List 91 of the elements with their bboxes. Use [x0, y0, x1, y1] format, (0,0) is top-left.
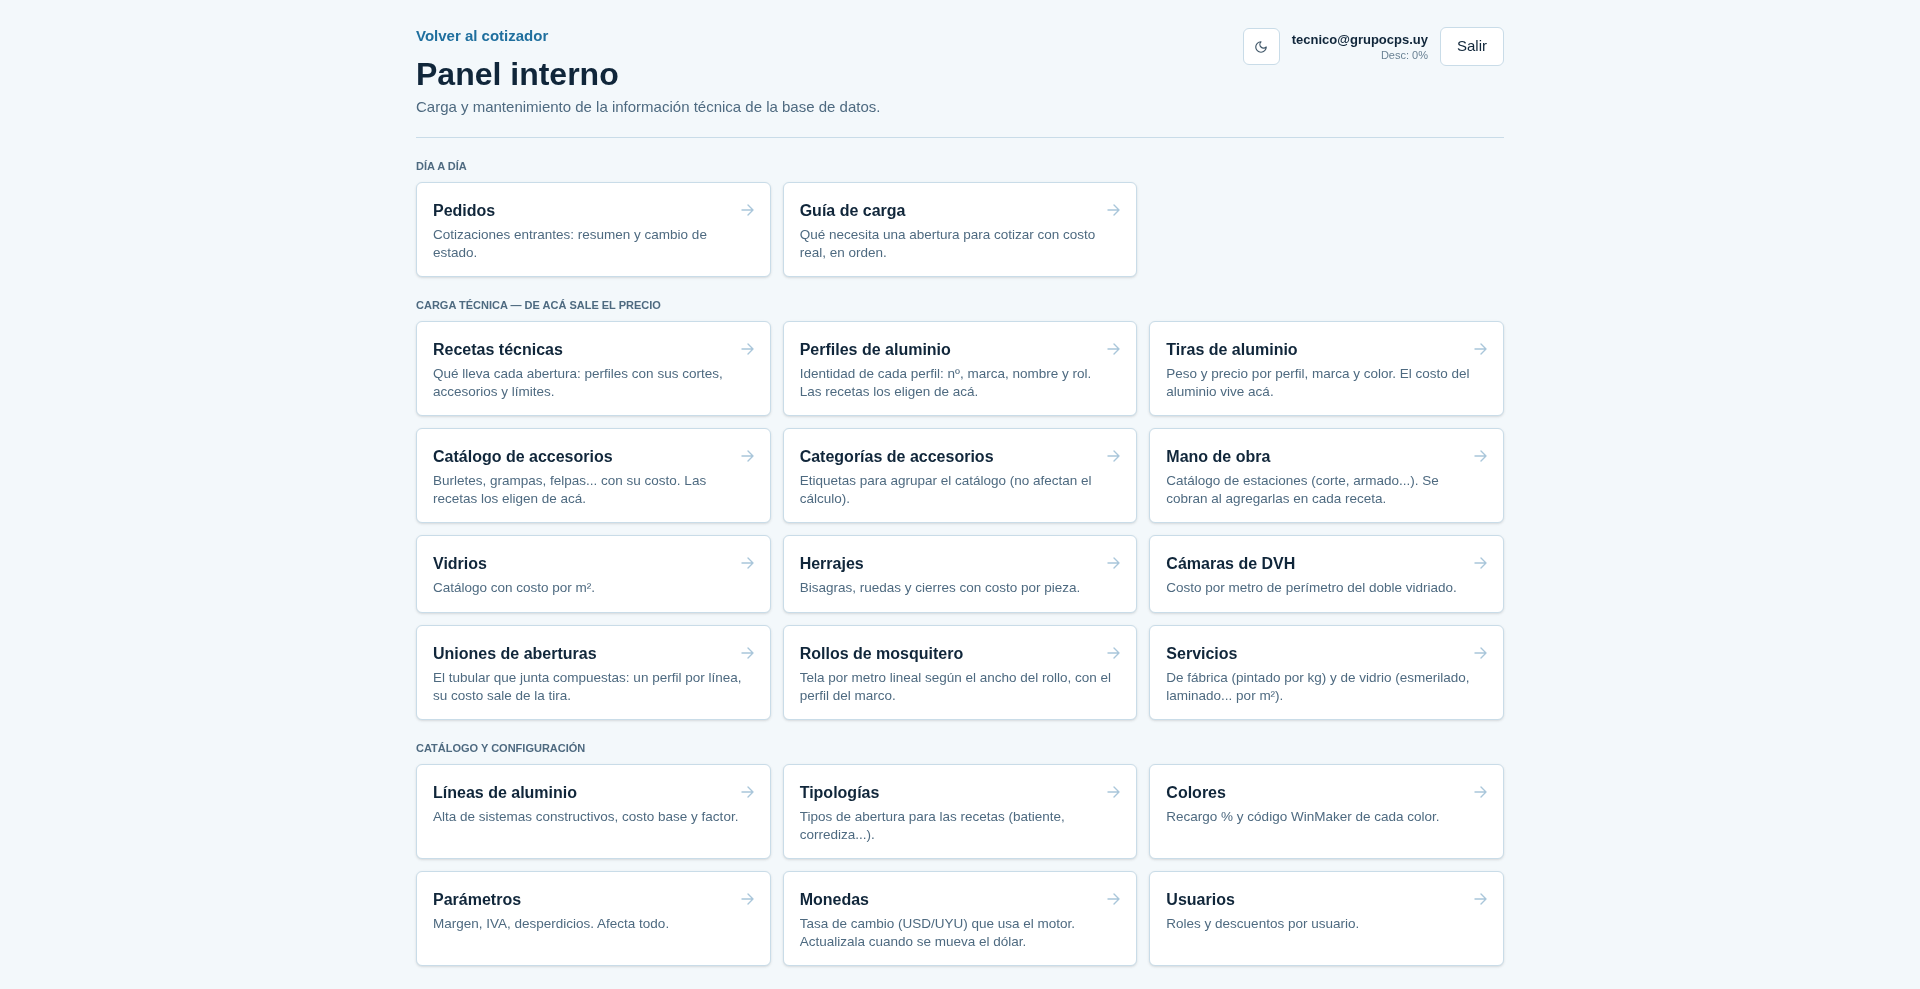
card-description: El tubular que junta compuestas: un perfil por línea, su costo sale de la tira.: [433, 669, 743, 705]
arrow-right-icon: [1474, 647, 1487, 659]
card-title: Tiras de aluminio: [1166, 340, 1298, 360]
card-description: Costo por metro de perímetro del doble vidriado.: [1166, 579, 1458, 597]
user-discount: Desc: 0%: [1380, 47, 1428, 62]
arrow-right-icon: [1474, 786, 1487, 798]
card-description: Etiquetas para agrupar el catálogo (no afectan el cálculo).: [799, 472, 1093, 508]
panel-card[interactable]: Pedidos Cotizaciones entrantes: resumen y cambio de estado.: [416, 182, 771, 277]
panel-card[interactable]: Usuarios Roles y descuentos por usuario.: [1149, 871, 1504, 966]
arrow-right-icon: [740, 557, 754, 569]
panel-card[interactable]: Colores Recargo % y código WinMaker de cada color.: [1149, 764, 1504, 859]
section-heading: CATÁLOGO Y CONFIGURACIÓN: [416, 741, 587, 755]
panel-card[interactable]: Herrajes Bisagras, ruedas y cierres con costo por pieza.: [782, 535, 1138, 613]
card-description: Roles y descuentos por usuario.: [1166, 915, 1361, 933]
card-description: Peso y precio por perfil, marca y color. El costo del aluminio vive acá.: [1166, 365, 1471, 401]
section-heading: CARGA TÉCNICA — DE ACÁ SALE EL PRECIO: [416, 298, 662, 312]
arrow-right-icon: [1474, 893, 1487, 905]
arrow-right-icon: [740, 343, 754, 355]
panel-card[interactable]: Servicios De fábrica (pintado por kg) y de vidrio (esmerilado, laminado... por m²).: [1149, 625, 1504, 720]
panel-card[interactable]: Uniones de aberturas El tubular que junta compuestas: un perfil por línea, su costo sale de la tira.: [416, 625, 771, 720]
arrow-right-icon: [1107, 893, 1121, 905]
card-title: Guía de carga: [799, 201, 906, 221]
panel-card[interactable]: Catálogo de accesorios Burletes, grampas, felpas... con su costo. Las recetas los eligen de acá.: [416, 428, 771, 523]
card-title: Vidrios: [433, 554, 487, 574]
panel-card[interactable]: Parámetros Margen, IVA, desperdicios. Afecta todo.: [416, 871, 771, 966]
card-title: Monedas: [799, 890, 869, 910]
card-description: Qué necesita una abertura para cotizar con costo real, en orden.: [799, 226, 1097, 262]
logout-button[interactable]: Salir: [1440, 27, 1504, 66]
page-title: Panel interno: [416, 55, 620, 94]
card-title: Catálogo de accesorios: [433, 447, 613, 467]
card-description: Tasa de cambio (USD/UYU) que usa el motor. Actualizala cuando se mueva el dólar.: [799, 915, 1077, 951]
panel-card[interactable]: Guía de carga Qué necesita una abertura para cotizar con costo real, en orden.: [782, 182, 1138, 277]
arrow-right-icon: [740, 786, 754, 798]
card-description: De fábrica (pintado por kg) y de vidrio (esmerilado, laminado... por m²).: [1166, 669, 1471, 705]
arrow-right-icon: [740, 647, 754, 659]
card-title: Tipologías: [799, 783, 880, 803]
dark-mode-toggle[interactable]: [1242, 28, 1280, 65]
arrow-right-icon: [1107, 557, 1121, 569]
arrow-right-icon: [1474, 450, 1487, 462]
arrow-right-icon: [1107, 786, 1121, 798]
card-description: Cotizaciones entrantes: resumen y cambio de estado.: [433, 226, 708, 262]
card-description: Alta de sistemas constructivos, costo base y factor.: [433, 808, 740, 826]
user-email: tecnico@grupocps.uy: [1291, 31, 1428, 48]
arrow-right-icon: [1107, 647, 1121, 659]
card-title: Colores: [1166, 783, 1226, 803]
arrow-right-icon: [1107, 343, 1121, 355]
card-description: Identidad de cada perfil: nº, marca, nombre y rol. Las recetas los eligen de acá.: [799, 365, 1093, 401]
back-link[interactable]: Volver al cotizador: [416, 27, 881, 45]
card-title: Servicios: [1166, 644, 1238, 664]
card-description: Recargo % y código WinMaker de cada color.: [1166, 808, 1441, 826]
card-title: Mano de obra: [1166, 447, 1271, 467]
card-description: Tipos de abertura para las recetas (batiente, corrediza...).: [799, 808, 1066, 844]
card-title: Líneas de aluminio: [433, 783, 578, 803]
panel-card[interactable]: Mano de obra Catálogo de estaciones (corte, armado...). Se cobran al agregarlas en cada receta.: [1149, 428, 1504, 523]
panel-card[interactable]: Cámaras de DVH Costo por metro de perímetro del doble vidriado.: [1149, 535, 1504, 613]
card-title: Uniones de aberturas: [433, 644, 597, 664]
panel-card[interactable]: Tiras de aluminio Peso y precio por perfil, marca y color. El costo del aluminio vive acá.: [1149, 321, 1504, 416]
card-description: Tela por metro lineal según el ancho del rollo, con el perfil del marco.: [799, 669, 1113, 705]
panel-card[interactable]: Tipologías Tipos de abertura para las recetas (batiente, corrediza...).: [782, 764, 1138, 859]
moon-icon: [1254, 39, 1269, 54]
arrow-right-icon: [1474, 557, 1487, 569]
arrow-right-icon: [1107, 204, 1121, 216]
panel-card[interactable]: Rollos de mosquitero Tela por metro lineal según el ancho del rollo, con el perfil del marco.: [782, 625, 1138, 720]
card-description: Catálogo de estaciones (corte, armado...). Se cobran al agregarlas en cada receta.: [1166, 472, 1440, 508]
card-description: Margen, IVA, desperdicios. Afecta todo.: [433, 915, 671, 933]
section-heading: DÍA A DÍA: [416, 159, 468, 173]
card-title: Parámetros: [433, 890, 522, 910]
panel-card[interactable]: Vidrios Catálogo con costo por m².: [416, 535, 771, 613]
card-title: Usuarios: [1166, 890, 1235, 910]
panel-card[interactable]: Perfiles de aluminio Identidad de cada perfil: nº, marca, nombre y rol. Las recetas los eligen de acá.: [782, 321, 1138, 416]
card-description: Burletes, grampas, felpas... con su costo. Las recetas los eligen de acá.: [433, 472, 708, 508]
panel-card[interactable]: Recetas técnicas Qué lleva cada abertura: perfiles con sus cortes, accesorios y límites.: [416, 321, 771, 416]
page-subtitle: Carga y mantenimiento de la información técnica de la base de datos.: [416, 97, 881, 117]
card-title: Rollos de mosquitero: [799, 644, 964, 664]
arrow-right-icon: [740, 893, 754, 905]
card-title: Recetas técnicas: [433, 340, 563, 360]
card-description: Bisagras, ruedas y cierres con costo por pieza.: [799, 579, 1082, 597]
panel-card[interactable]: Líneas de aluminio Alta de sistemas constructivos, costo base y factor.: [416, 764, 771, 859]
arrow-right-icon: [1474, 343, 1487, 355]
arrow-right-icon: [740, 450, 754, 462]
card-description: Qué lleva cada abertura: perfiles con sus cortes, accesorios y límites.: [433, 365, 724, 401]
arrow-right-icon: [740, 204, 754, 216]
panel-card[interactable]: Categorías de accesorios Etiquetas para agrupar el catálogo (no afectan el cálculo).: [782, 428, 1138, 523]
card-title: Perfiles de aluminio: [799, 340, 951, 360]
arrow-right-icon: [1107, 450, 1121, 462]
card-title: Pedidos: [433, 201, 496, 221]
card-description: Catálogo con costo por m².: [433, 579, 597, 597]
card-title: Cámaras de DVH: [1166, 554, 1296, 574]
card-title: Categorías de accesorios: [799, 447, 994, 467]
panel-card[interactable]: Monedas Tasa de cambio (USD/UYU) que usa el motor. Actualizala cuando se mueva el dólar.: [782, 871, 1138, 966]
card-title: Herrajes: [799, 554, 864, 574]
